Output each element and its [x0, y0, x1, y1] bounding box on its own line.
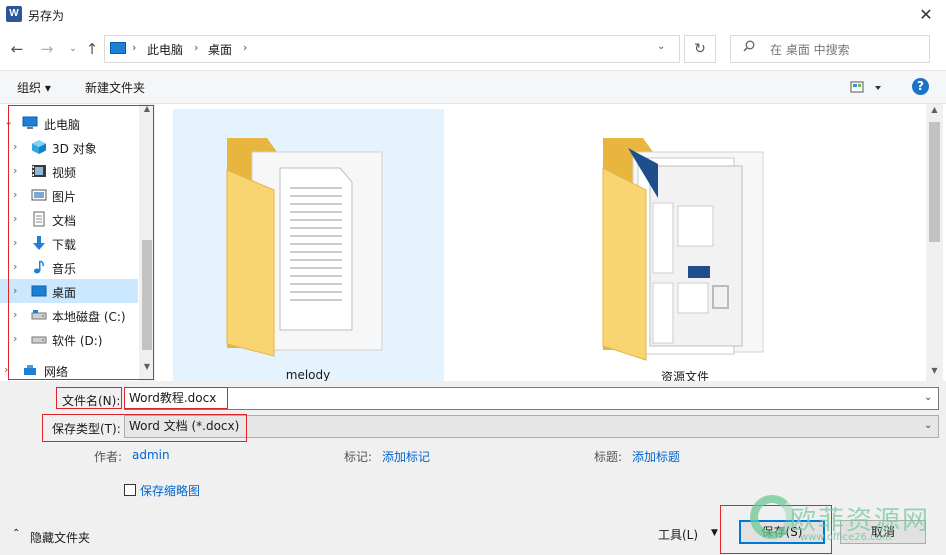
- title-label: 标题:: [594, 450, 623, 464]
- organize-menu-button[interactable]: 组织 ▾: [17, 79, 51, 96]
- search-icon: [743, 40, 755, 52]
- folder-label[interactable]: melody: [208, 368, 408, 382]
- file-view-scroll-thumb[interactable]: [929, 122, 940, 242]
- help-icon[interactable]: ?: [912, 78, 929, 95]
- word-app-icon: W: [6, 6, 22, 22]
- filename-dropdown-icon[interactable]: ⌄: [924, 392, 932, 403]
- filetype-dropdown-icon[interactable]: ⌄: [924, 420, 932, 431]
- watermark-url: www.office26.com: [800, 532, 892, 543]
- new-folder-button[interactable]: 新建文件夹: [85, 79, 145, 96]
- tools-menu-button[interactable]: 工具(L): [658, 526, 698, 543]
- breadcrumb-separator-icon[interactable]: ›: [243, 41, 247, 54]
- breadcrumb-separator-icon[interactable]: ›: [132, 41, 136, 54]
- scroll-down-arrow-icon[interactable]: ▼: [929, 366, 940, 375]
- window-title: 另存为: [28, 9, 65, 23]
- filename-input[interactable]: Word教程.docx: [124, 387, 939, 410]
- add-tags-link[interactable]: 添加标记: [382, 448, 430, 465]
- save-thumbnail-label[interactable]: 保存缩略图: [140, 482, 200, 499]
- save-thumbnail-checkbox[interactable]: [124, 484, 136, 496]
- scroll-up-arrow-icon[interactable]: ▲: [929, 105, 940, 114]
- change-view-icon[interactable]: [850, 80, 884, 96]
- hide-folders-button[interactable]: 隐藏文件夹: [30, 529, 90, 546]
- highlight-box: [124, 387, 228, 409]
- close-button[interactable]: ✕: [906, 0, 946, 30]
- computer-icon: [110, 42, 126, 54]
- breadcrumb-desktop[interactable]: 桌面: [208, 41, 232, 58]
- address-dropdown-icon[interactable]: ⌄: [657, 41, 665, 52]
- folder-icon: [226, 138, 383, 357]
- author-value[interactable]: admin: [132, 448, 170, 462]
- highlight-box: [42, 414, 247, 442]
- refresh-button[interactable]: ↻: [684, 35, 716, 63]
- folder-icon: [602, 138, 764, 361]
- search-placeholder: 在 桌面 中搜索: [770, 43, 850, 57]
- forward-arrow-icon[interactable]: →: [38, 38, 56, 60]
- chevron-up-icon[interactable]: ⌃: [12, 528, 20, 539]
- up-arrow-icon[interactable]: ↑: [83, 38, 101, 60]
- title-bar: [0, 0, 946, 30]
- breadcrumb-this-pc[interactable]: 此电脑: [147, 41, 183, 58]
- highlight-box: [56, 387, 122, 409]
- tags-label: 标记:: [344, 450, 373, 464]
- tools-dropdown-icon[interactable]: ▼: [711, 528, 718, 538]
- add-title-link[interactable]: 添加标题: [632, 448, 680, 465]
- watermark-logo-icon: [750, 495, 794, 539]
- back-arrow-icon[interactable]: ←: [8, 38, 26, 60]
- highlight-box: [8, 105, 154, 380]
- author-label: 作者:: [94, 450, 123, 464]
- address-bar[interactable]: [104, 35, 680, 63]
- breadcrumb-separator-icon[interactable]: ›: [194, 41, 198, 54]
- recent-locations-chevron-icon[interactable]: ⌄: [64, 38, 82, 60]
